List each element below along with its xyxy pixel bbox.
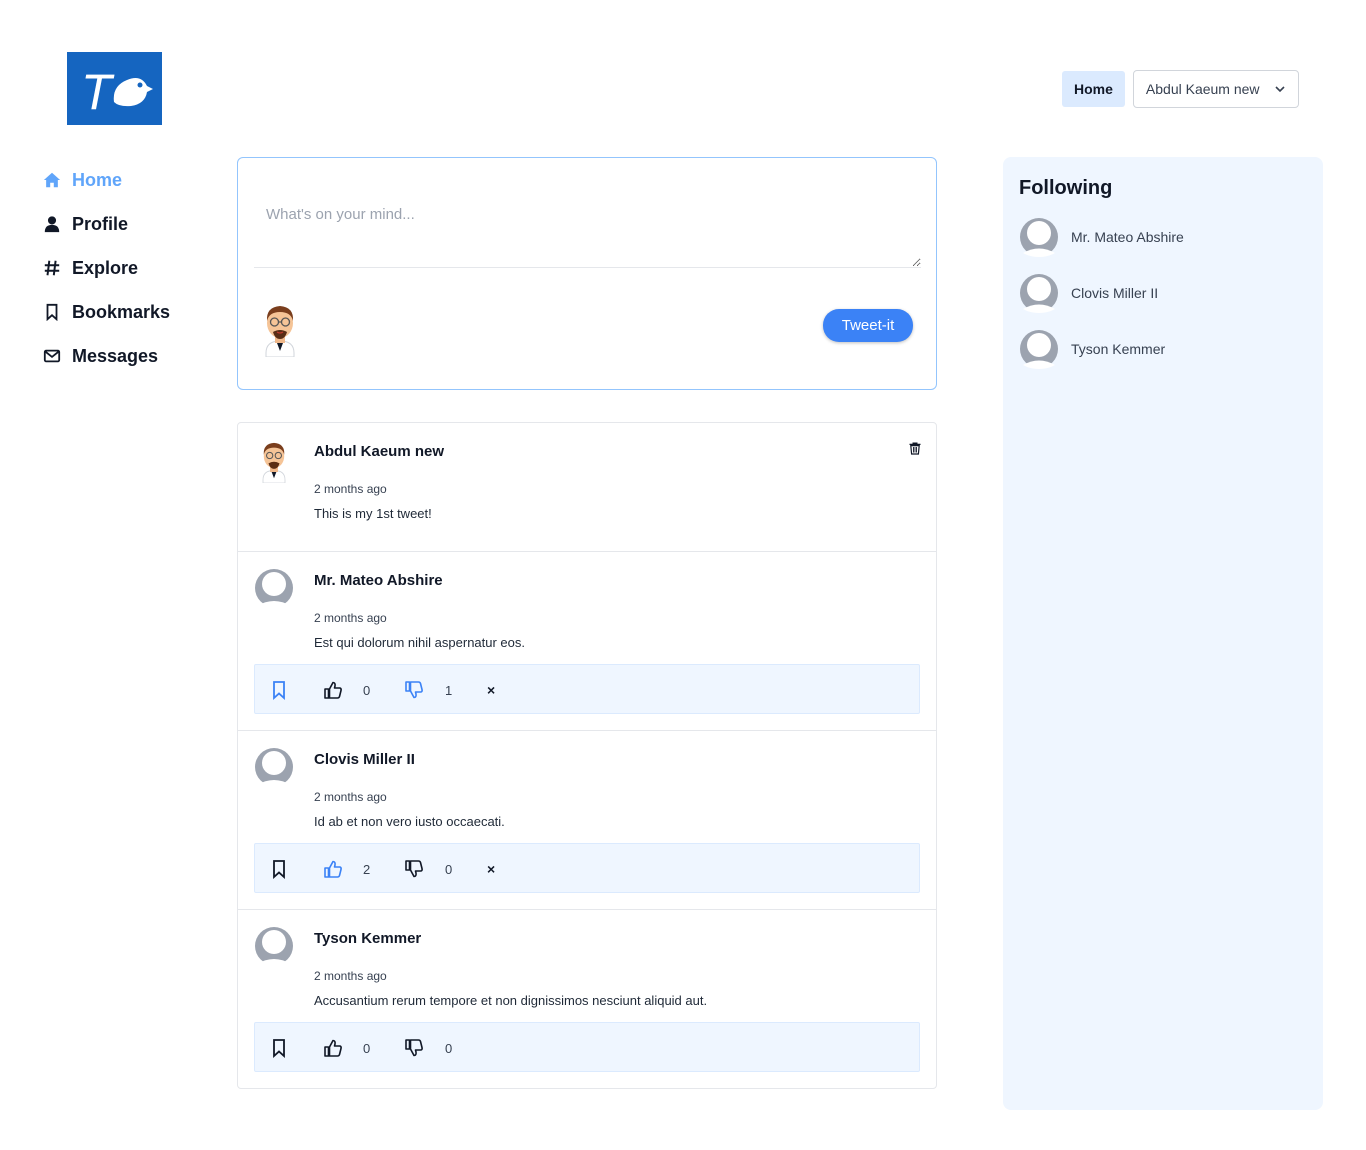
bookmark-button[interactable] bbox=[269, 1037, 289, 1059]
tweet-input[interactable] bbox=[254, 178, 921, 268]
tweet-it-button[interactable]: Tweet-it bbox=[823, 309, 913, 342]
thumbs-up-icon bbox=[324, 860, 342, 878]
tweet-author[interactable]: Mr. Mateo Abshire bbox=[314, 572, 443, 589]
tweet-item: Clovis Miller II 2 months ago Id ab et n… bbox=[238, 731, 936, 910]
following-user[interactable]: Tyson Kemmer bbox=[1019, 329, 1165, 369]
like-count: 0 bbox=[363, 1040, 371, 1056]
chevron-down-icon bbox=[1275, 86, 1285, 93]
bookmark-icon bbox=[273, 1039, 285, 1058]
sidebar-item-label: Explore bbox=[72, 257, 139, 278]
thumbs-down-icon bbox=[405, 681, 423, 699]
following-user-name: Clovis Miller II bbox=[1071, 285, 1159, 301]
following-user[interactable]: Clovis Miller II bbox=[1019, 273, 1158, 313]
thumbs-up-icon bbox=[324, 681, 342, 699]
following-title: Following bbox=[1019, 177, 1113, 199]
tweet-actions-bar: 0 1 × bbox=[254, 664, 920, 714]
thumbs-down-icon bbox=[405, 860, 423, 878]
sidebar-item-home[interactable]: Home bbox=[42, 158, 170, 202]
thumbs-down-icon bbox=[405, 1039, 423, 1057]
home-icon bbox=[42, 170, 62, 190]
tweet-actions-bar: 0 0 bbox=[254, 1022, 920, 1072]
default-avatar-icon bbox=[255, 927, 293, 970]
default-avatar-icon bbox=[1020, 218, 1058, 257]
dislike-button[interactable] bbox=[404, 858, 424, 880]
home-link[interactable]: Home bbox=[1062, 71, 1125, 107]
current-user-avatar bbox=[265, 306, 295, 357]
tweet-timestamp: 2 months ago bbox=[314, 790, 387, 804]
app-logo[interactable]: T bbox=[67, 52, 162, 125]
tweet-timestamp: 2 months ago bbox=[314, 482, 387, 496]
default-avatar-icon bbox=[1020, 330, 1058, 369]
tweet-text: This is my 1st tweet! bbox=[314, 506, 432, 521]
user-menu-label: Abdul Kaeum new bbox=[1145, 81, 1260, 97]
like-button[interactable] bbox=[323, 858, 343, 880]
tweet-text: Accusantium rerum tempore et non digniss… bbox=[314, 993, 708, 1008]
default-avatar-icon bbox=[255, 748, 293, 791]
tweet-text: Id ab et non vero iusto occaecati. bbox=[314, 814, 505, 829]
sidebar-nav: Home Profile Explore Bookmarks Messages bbox=[42, 158, 170, 378]
like-count: 2 bbox=[363, 861, 371, 877]
sidebar-item-profile[interactable]: Profile bbox=[42, 202, 170, 246]
bookmark-button[interactable] bbox=[269, 679, 289, 701]
sidebar-item-label: Messages bbox=[72, 345, 159, 366]
close-icon[interactable]: × bbox=[487, 858, 495, 880]
user-icon bbox=[42, 214, 62, 234]
tweet-item: Tyson Kemmer 2 months ago Accusantium re… bbox=[238, 910, 936, 1088]
tweet-author[interactable]: Abdul Kaeum new bbox=[314, 443, 444, 460]
sidebar-item-label: Home bbox=[72, 169, 123, 190]
tweet-feed: Abdul Kaeum new 2 months ago This is my … bbox=[237, 422, 937, 1089]
tweet-timestamp: 2 months ago bbox=[314, 611, 387, 625]
user-menu-dropdown[interactable]: Abdul Kaeum new bbox=[1132, 70, 1299, 108]
sidebar-item-bookmarks[interactable]: Bookmarks bbox=[42, 290, 170, 334]
dislike-button[interactable] bbox=[404, 679, 424, 701]
logo-letter: T bbox=[81, 64, 115, 120]
tweet-text: Est qui dolorum nihil aspernatur eos. bbox=[314, 635, 526, 650]
dislike-count: 0 bbox=[445, 1040, 453, 1056]
sidebar-item-messages[interactable]: Messages bbox=[42, 334, 170, 378]
dislike-count: 1 bbox=[445, 682, 453, 698]
following-user-name: Tyson Kemmer bbox=[1071, 341, 1166, 357]
tweet-author[interactable]: Clovis Miller II bbox=[314, 751, 415, 768]
envelope-icon bbox=[42, 346, 62, 366]
tweet-author[interactable]: Tyson Kemmer bbox=[314, 930, 421, 947]
close-icon[interactable]: × bbox=[487, 679, 495, 701]
sidebar-item-explore[interactable]: Explore bbox=[42, 246, 170, 290]
dislike-button[interactable] bbox=[404, 1037, 424, 1059]
following-panel: Following Mr. Mateo Abshire Clovis Mille… bbox=[1003, 157, 1323, 1110]
like-button[interactable] bbox=[323, 1037, 343, 1059]
thumbs-up-icon bbox=[324, 1039, 342, 1057]
like-count: 0 bbox=[363, 682, 371, 698]
sidebar-item-label: Profile bbox=[72, 213, 129, 234]
bookmark-icon bbox=[42, 302, 62, 322]
default-avatar-icon bbox=[255, 569, 293, 612]
bookmark-button[interactable] bbox=[269, 858, 289, 880]
sidebar-item-label: Bookmarks bbox=[72, 301, 171, 322]
default-avatar-icon bbox=[1020, 274, 1058, 313]
tweet-item: Mr. Mateo Abshire 2 months ago Est qui d… bbox=[238, 552, 936, 731]
top-nav: Home Abdul Kaeum new bbox=[1062, 70, 1299, 108]
tweet-composer: Tweet-it bbox=[237, 157, 937, 390]
tweet-item: Abdul Kaeum new 2 months ago This is my … bbox=[238, 423, 936, 552]
following-user-name: Mr. Mateo Abshire bbox=[1071, 229, 1184, 245]
following-user[interactable]: Mr. Mateo Abshire bbox=[1019, 217, 1184, 257]
tweet-timestamp: 2 months ago bbox=[314, 969, 387, 983]
bookmark-icon bbox=[273, 860, 285, 879]
bookmark-icon bbox=[273, 681, 285, 700]
hashtag-icon bbox=[42, 258, 62, 278]
tweet-actions-bar: 2 0 × bbox=[254, 843, 920, 893]
like-button[interactable] bbox=[323, 679, 343, 701]
bird-logo-icon: T bbox=[81, 64, 153, 120]
trash-icon[interactable] bbox=[908, 441, 922, 455]
dislike-count: 0 bbox=[445, 861, 453, 877]
avatar bbox=[262, 442, 286, 483]
